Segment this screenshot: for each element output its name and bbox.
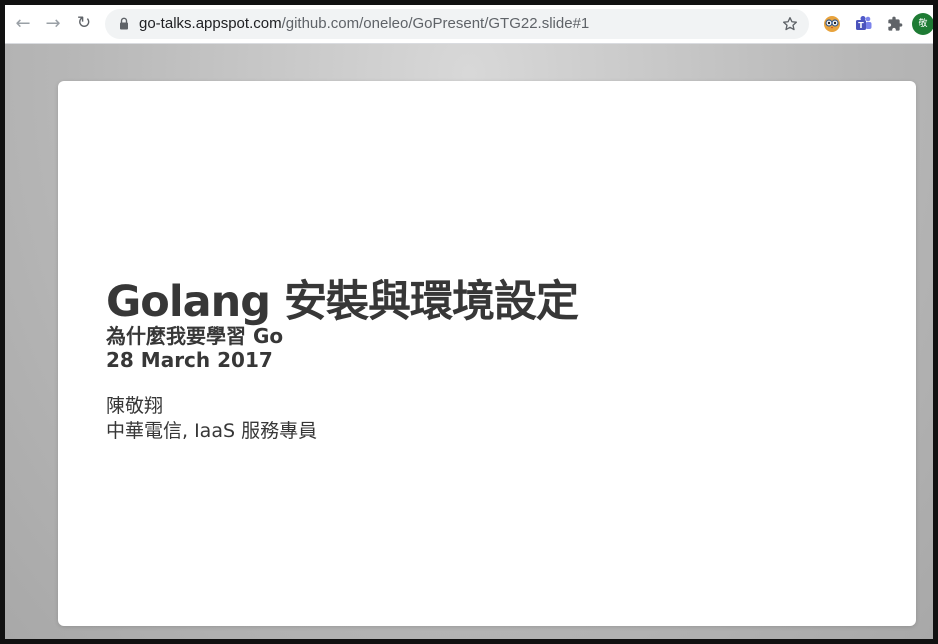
profile-avatar[interactable]: 敬: [912, 13, 933, 35]
browser-toolbar: ← → ↻ go-talks.appspot.com/github.com/on…: [5, 5, 933, 44]
teams-extension-icon: T: [856, 16, 872, 30]
star-icon: [783, 17, 797, 31]
extensions-puzzle-button[interactable]: [884, 13, 906, 35]
reload-icon: ↻: [76, 13, 92, 33]
browser-window: ← → ↻ go-talks.appspot.com/github.com/on…: [0, 0, 938, 644]
puzzle-extension-icon: [888, 16, 903, 31]
slide-author: 陳敬翔: [106, 395, 164, 417]
lock-icon: [120, 17, 128, 30]
slide: Golang 安裝與環境設定 為什麼我要學習 Go 28 March 2017 …: [58, 81, 916, 626]
url-host: go-talks.appspot.com: [139, 15, 282, 32]
slide-affiliation: 中華電信, IaaS 服務專員: [106, 420, 318, 442]
svg-text:T: T: [858, 21, 864, 30]
forward-button[interactable]: →: [41, 11, 65, 35]
avatar-initial: 敬: [918, 19, 928, 29]
url-text[interactable]: go-talks.appspot.com/github.com/oneleo/G…: [139, 9, 589, 39]
teams-extension-button[interactable]: T: [853, 13, 875, 35]
arrow-right-icon: →: [45, 12, 61, 34]
back-button[interactable]: ←: [11, 11, 35, 35]
slide-subtitle: 為什麼我要學習 Go: [106, 324, 284, 348]
bookmark-star-button[interactable]: [779, 13, 801, 35]
url-path: /github.com/oneleo/GoPresent/GTG22.slide…: [281, 15, 590, 32]
address-bar[interactable]: go-talks.appspot.com/github.com/oneleo/G…: [105, 9, 809, 39]
page-viewport: Golang 安裝與環境設定 為什麼我要學習 Go 28 March 2017 …: [5, 44, 933, 639]
owl-extension-icon: [824, 16, 840, 32]
owl-extension-button[interactable]: [821, 13, 843, 35]
arrow-left-icon: ←: [15, 12, 31, 34]
slide-date: 28 March 2017: [106, 348, 273, 372]
reload-button[interactable]: ↻: [72, 11, 96, 35]
